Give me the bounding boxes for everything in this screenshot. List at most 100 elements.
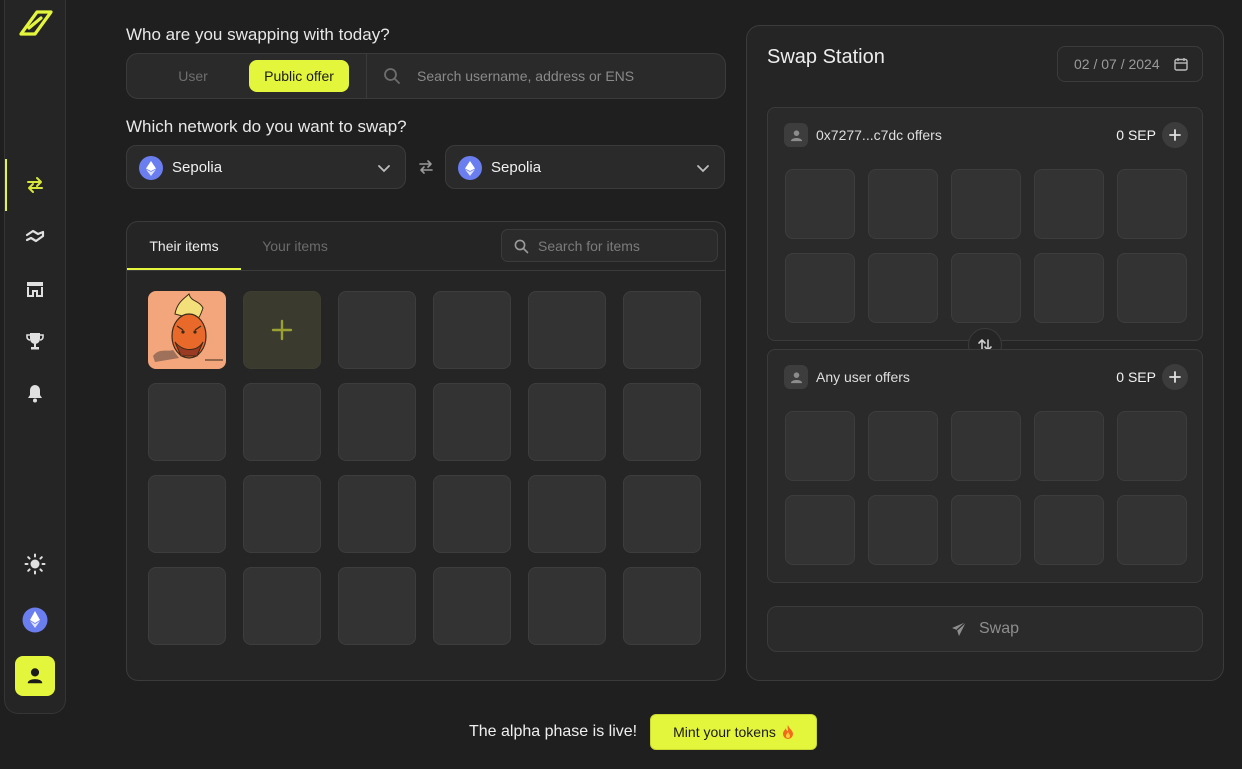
swap-station-title: Swap Station — [767, 46, 885, 68]
offer-slot — [1034, 495, 1104, 565]
offer-amount: 0 SEP — [1116, 369, 1156, 385]
item-slot — [623, 291, 701, 369]
public-offer-option[interactable]: Public offer — [249, 60, 349, 92]
item-slot — [433, 567, 511, 645]
search-items-input[interactable] — [538, 230, 713, 261]
store-icon — [27, 282, 43, 297]
offer-title: Any user offers — [816, 369, 910, 385]
user-option[interactable]: User — [163, 54, 223, 98]
calendar-icon — [1174, 58, 1188, 71]
offer-slot — [868, 253, 938, 323]
theme-toggle[interactable] — [5, 538, 65, 590]
ethereum-icon — [458, 156, 482, 180]
avatar — [784, 123, 808, 147]
user-icon — [27, 668, 43, 684]
item-slot — [243, 383, 321, 461]
offer-box-any-user: Any user offers 0 SEP — [767, 349, 1203, 583]
logo-icon[interactable] — [15, 6, 55, 40]
nav-store[interactable] — [5, 263, 65, 315]
offer-slot — [951, 169, 1021, 239]
handshake-swap-icon — [25, 229, 45, 243]
network-to-label: Sepolia — [491, 159, 542, 176]
tab-your-items[interactable]: Your items — [245, 222, 345, 270]
send-icon — [951, 621, 967, 636]
network-select-to[interactable]: Sepolia — [445, 145, 725, 189]
offer-slot — [1117, 495, 1187, 565]
item-slot — [338, 475, 416, 553]
offer-amount: 0 SEP — [1116, 127, 1156, 143]
bell-icon — [28, 385, 42, 403]
divider — [366, 54, 367, 98]
item-slot — [623, 567, 701, 645]
chevron-down-icon — [697, 165, 709, 173]
nav-offers[interactable] — [5, 211, 65, 263]
tab-their-items[interactable]: Their items — [127, 222, 241, 270]
offer-box-counterparty: 0x7277...c7dc offers 0 SEP — [767, 107, 1203, 341]
add-token-button[interactable] — [1162, 364, 1188, 390]
user-icon — [790, 371, 802, 383]
nft-artwork-icon — [149, 292, 225, 368]
ethereum-icon — [139, 156, 163, 180]
item-slot — [528, 475, 606, 553]
date-picker[interactable]: 02 / 07 / 2024 — [1057, 46, 1203, 82]
trophy-icon — [26, 333, 44, 350]
offer-slot — [1117, 253, 1187, 323]
item-slot — [243, 567, 321, 645]
profile-button[interactable] — [15, 656, 55, 696]
sidebar — [4, 0, 66, 714]
offer-slot — [785, 169, 855, 239]
item-slot — [623, 475, 701, 553]
nav-leaderboard[interactable] — [5, 315, 65, 367]
offer-slot — [785, 411, 855, 481]
item-slot — [433, 475, 511, 553]
network-swap-icon[interactable] — [417, 158, 435, 176]
add-token-button[interactable] — [1162, 122, 1188, 148]
nft-item[interactable] — [148, 291, 226, 369]
item-slot — [148, 475, 226, 553]
swap-with-panel: User Public offer — [126, 53, 726, 99]
item-slot — [243, 475, 321, 553]
offer-slot — [868, 169, 938, 239]
offer-slot — [951, 253, 1021, 323]
tab-divider — [127, 270, 725, 271]
date-value: 02 / 07 / 2024 — [1074, 56, 1160, 72]
alpha-announcement: The alpha phase is live! — [469, 723, 638, 740]
search-items-box — [501, 229, 718, 262]
nav-notifications[interactable] — [5, 367, 65, 419]
swap-button[interactable]: Swap — [767, 606, 1203, 652]
network-from-label: Sepolia — [172, 159, 223, 176]
search-user-input[interactable] — [417, 54, 717, 98]
item-slot — [623, 383, 701, 461]
fire-icon — [782, 725, 793, 739]
swap-station-panel: Swap Station 02 / 07 / 2024 0x7277...c7d… — [746, 25, 1224, 681]
user-icon — [790, 129, 802, 141]
item-slot — [528, 567, 606, 645]
item-slot — [528, 383, 606, 461]
item-slot — [433, 383, 511, 461]
item-slot — [148, 567, 226, 645]
add-item-button[interactable] — [243, 291, 321, 369]
offer-slot — [951, 411, 1021, 481]
item-slot — [338, 291, 416, 369]
offer-slot — [785, 495, 855, 565]
chevron-down-icon — [378, 165, 390, 173]
avatar — [784, 365, 808, 389]
item-slot — [338, 383, 416, 461]
swap-with-question: Who are you swapping with today? — [126, 25, 390, 44]
ethereum-icon — [22, 607, 48, 633]
item-slot — [338, 567, 416, 645]
swap-button-label: Swap — [978, 620, 1020, 637]
search-icon — [384, 68, 400, 84]
search-icon — [514, 239, 529, 254]
mint-tokens-label: Mint your tokens — [673, 724, 776, 740]
offer-slot — [1034, 253, 1104, 323]
item-slot — [528, 291, 606, 369]
nav-swap[interactable] — [5, 159, 65, 211]
offer-slot — [1034, 411, 1104, 481]
offer-slot — [785, 253, 855, 323]
network-select-from[interactable]: Sepolia — [126, 145, 406, 189]
sun-icon — [24, 553, 46, 575]
mint-tokens-button[interactable]: Mint your tokens — [650, 714, 817, 750]
offer-slot — [1034, 169, 1104, 239]
network-switch[interactable] — [5, 594, 65, 646]
